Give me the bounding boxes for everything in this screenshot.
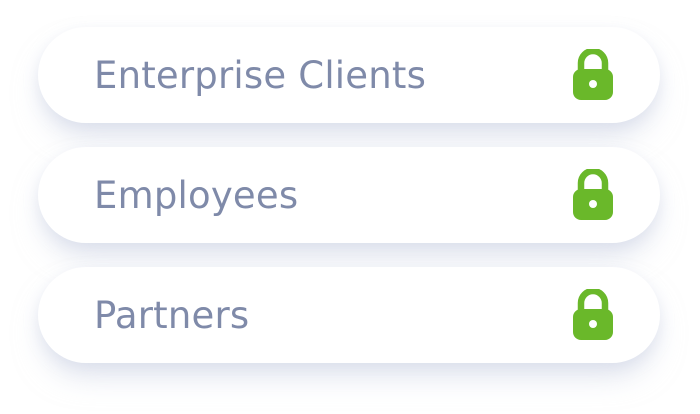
list-item-employees[interactable]: Employees [38, 147, 660, 243]
lock-icon [573, 289, 613, 340]
list-item-enterprise-clients[interactable]: Enterprise Clients [38, 27, 660, 123]
lock-icon [573, 49, 613, 100]
lock-icon [573, 169, 613, 220]
list-item-partners[interactable]: Partners [38, 267, 660, 363]
list-item-label: Enterprise Clients [94, 53, 427, 97]
list-item-label: Employees [94, 173, 299, 217]
list-item-label: Partners [94, 293, 250, 337]
audience-list: Enterprise Clients Employees Partners [0, 0, 700, 414]
